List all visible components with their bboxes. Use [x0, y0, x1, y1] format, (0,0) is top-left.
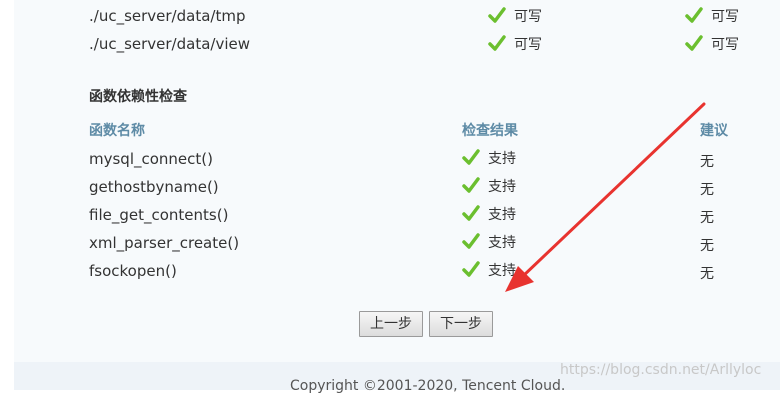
dir-path: ./uc_server/data/view [89, 35, 250, 53]
check-icon [488, 7, 506, 23]
column-header-suggestion: 建议 [700, 123, 728, 139]
function-suggestion: 无 [700, 210, 714, 226]
result-text: 支持 [488, 151, 516, 167]
footer-copyright: Copyright ©2001-2020, Tencent Cloud. [290, 378, 566, 394]
result-text: 支持 [488, 207, 516, 223]
check-icon [685, 7, 703, 23]
function-result: 支持 [462, 148, 516, 168]
dir-path: ./uc_server/data/tmp [89, 7, 246, 25]
function-name: file_get_contents() [89, 206, 229, 224]
function-name: gethostbyname() [89, 178, 219, 196]
check-icon [488, 35, 506, 51]
section-title: 函数依赖性检查 [89, 89, 187, 105]
function-name: xml_parser_create() [89, 234, 240, 252]
function-suggestion: 无 [700, 266, 714, 282]
result-text: 支持 [488, 235, 516, 251]
column-header-name: 函数名称 [89, 123, 145, 139]
check-icon [685, 35, 703, 51]
next-step-button[interactable]: 下一步 [429, 311, 493, 337]
status-text: 可写 [711, 9, 739, 25]
dir-status-current: 可写 [488, 4, 542, 28]
function-name: fsockopen() [89, 262, 177, 280]
check-icon [462, 177, 480, 193]
result-text: 支持 [488, 263, 516, 279]
status-text: 可写 [514, 9, 542, 25]
dir-status-current: 可写 [488, 32, 542, 56]
function-name: mysql_connect() [89, 150, 213, 168]
function-result: 支持 [462, 176, 516, 196]
dir-status-required: 可写 [685, 32, 739, 56]
function-suggestion: 无 [700, 182, 714, 198]
status-text: 可写 [514, 37, 542, 53]
check-icon [462, 205, 480, 221]
function-result: 支持 [462, 204, 516, 224]
column-header-result: 检查结果 [462, 123, 518, 139]
check-icon [462, 233, 480, 249]
check-icon [462, 261, 480, 277]
result-text: 支持 [488, 179, 516, 195]
function-suggestion: 无 [700, 238, 714, 254]
function-suggestion: 无 [700, 154, 714, 170]
check-icon [462, 149, 480, 165]
function-result: 支持 [462, 260, 516, 280]
dir-status-required: 可写 [685, 4, 739, 28]
function-result: 支持 [462, 232, 516, 252]
watermark: https://blog.csdn.net/Arllyloc [560, 362, 762, 378]
status-text: 可写 [711, 37, 739, 53]
prev-step-button[interactable]: 上一步 [359, 311, 423, 337]
